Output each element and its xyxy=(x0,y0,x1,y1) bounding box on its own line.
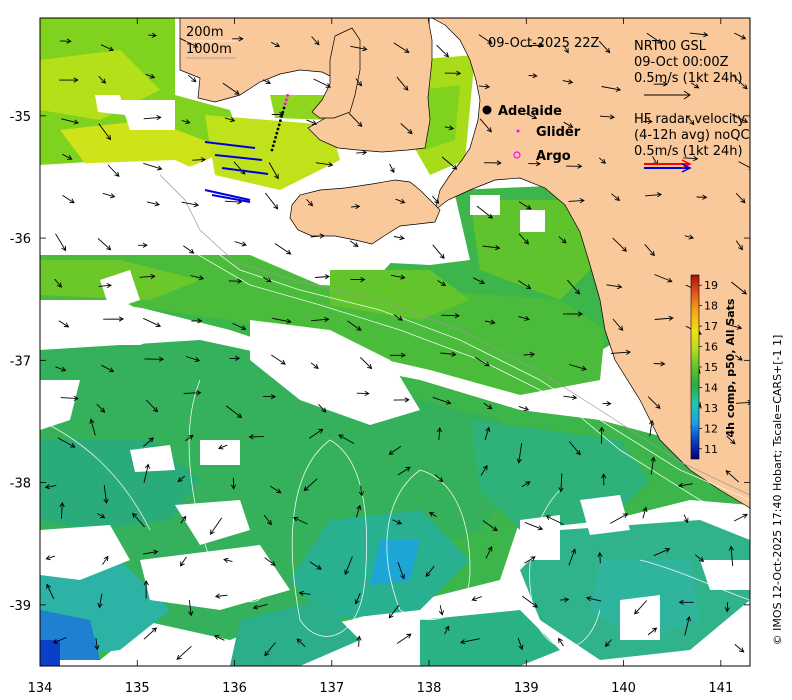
y-tick-label: -39 xyxy=(10,599,31,614)
colorbar-title: 4h comp, p50, All Sats xyxy=(724,298,737,437)
adelaide-label: Adelaide xyxy=(498,104,562,119)
y-tick-label: -36 xyxy=(10,232,31,247)
glider-track-point xyxy=(273,140,276,144)
timestamp-label: 09-Oct-2025 22Z xyxy=(488,36,600,51)
y-tick-label: -38 xyxy=(10,477,31,492)
glider-track-point xyxy=(275,131,279,135)
glider-track-point xyxy=(277,123,281,127)
glider-track-point xyxy=(274,136,277,139)
x-tick-label: 139 xyxy=(514,681,539,696)
colorbar-tick-label: 11 xyxy=(704,443,718,456)
model-legend-line2: 09-Oct 00:00Z xyxy=(634,55,729,70)
radar-legend-line1: HF radar velocity xyxy=(634,112,746,127)
x-tick-label: 136 xyxy=(222,681,247,696)
colorbar-tick-label: 16 xyxy=(704,341,718,354)
colorbar-tick-label: 12 xyxy=(704,422,718,435)
glider-legend-marker xyxy=(516,129,520,133)
colorbar: 19 18 17 16 15 14 13 12 11 4h comp, p50, All Sat… xyxy=(690,274,737,460)
glider-track-point xyxy=(280,115,283,118)
radar-legend-line2: (4-12h avg) noQC xyxy=(634,128,750,143)
glider-track-point xyxy=(286,94,289,97)
y-tick-label: -37 xyxy=(10,354,31,369)
x-tick-label: 141 xyxy=(708,681,733,696)
colorbar-scale xyxy=(690,274,700,460)
y-tick-label: -35 xyxy=(10,110,31,125)
glider-track-point xyxy=(279,119,282,122)
colorbar-tick-label: 15 xyxy=(704,361,718,374)
argo-label: Argo xyxy=(536,149,571,164)
sst-map: 134 135 136 137 138 139 140 141 -35 -36 -37 -38 -39… xyxy=(10,17,784,696)
glider-track-point xyxy=(281,110,285,114)
colorbar-tick-label: 19 xyxy=(704,279,718,292)
glider-track-point xyxy=(276,127,280,131)
x-tick-label: 134 xyxy=(28,681,53,696)
colorbar-tick-label: 13 xyxy=(704,402,718,415)
x-tick-label: 137 xyxy=(319,681,344,696)
colorbar-tick-label: 17 xyxy=(704,320,718,333)
x-tick-label: 140 xyxy=(611,681,636,696)
glider-track-point xyxy=(282,106,286,110)
glider-track-point xyxy=(270,148,274,152)
glider-track-point xyxy=(271,144,275,148)
colorbar-tick-label: 18 xyxy=(704,300,718,313)
glider-track-point xyxy=(285,98,288,101)
glider-track-point xyxy=(283,102,287,106)
credit-label: © IMOS 12-Oct-2025 17:40 Hobart; Tscale=… xyxy=(771,335,784,646)
glider-label: Glider xyxy=(536,125,581,140)
adelaide-marker xyxy=(482,105,492,115)
model-legend-line1: NRT00 GSL xyxy=(634,39,707,54)
x-tick-label: 138 xyxy=(417,681,442,696)
colorbar-tick-label: 14 xyxy=(704,381,718,394)
x-tick-label: 135 xyxy=(125,681,150,696)
bathymetry-1000m-label: 1000m xyxy=(186,42,232,57)
radar-legend-line3: 0.5m/s (1kt 24h) xyxy=(634,144,743,159)
model-legend-line3: 0.5m/s (1kt 24h) xyxy=(634,71,743,86)
bathymetry-200m-label: 200m xyxy=(186,25,223,40)
